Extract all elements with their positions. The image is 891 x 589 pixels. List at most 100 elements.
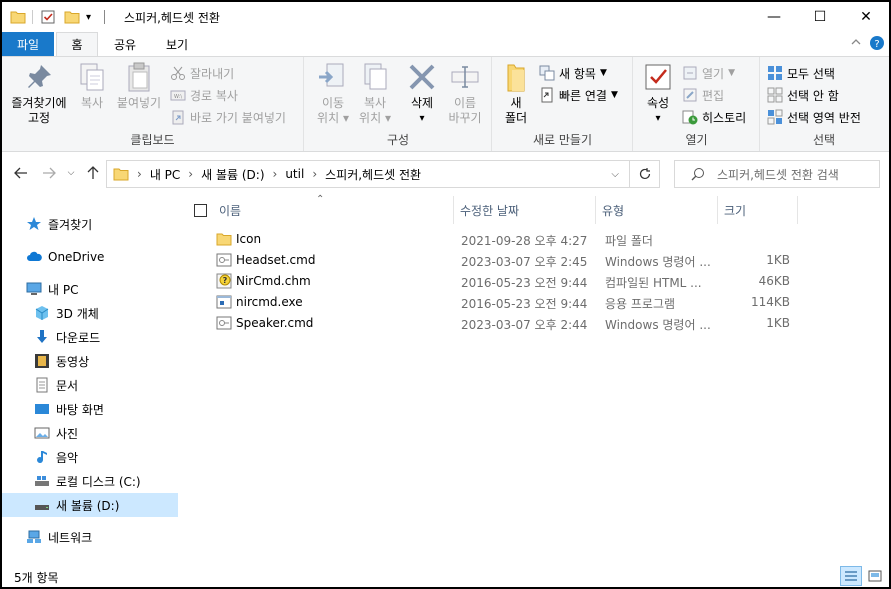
nav-label: 즐겨찾기 (48, 217, 93, 232)
nav-label: 3D 개체 (56, 306, 99, 321)
large-icons-view-button[interactable] (864, 566, 886, 586)
music-icon (37, 451, 47, 464)
nav-item-volume-d[interactable]: 새 볼륨 (D:) (2, 493, 178, 517)
tab-view[interactable]: 보기 (152, 32, 202, 56)
new-item-dropdown-icon: ▼ (599, 68, 607, 78)
recent-locations-button[interactable]: ⌵ (60, 162, 82, 184)
easy-access-icon (541, 87, 553, 103)
properties-quick-icon[interactable] (40, 8, 56, 26)
open-label: 열기 (702, 66, 725, 81)
new-item-button[interactable]: 새 항목 ▼ (539, 63, 607, 83)
file-size: 114KB (750, 295, 790, 309)
help-icon[interactable]: ? (869, 35, 885, 54)
maximize-button[interactable]: ☐ (797, 2, 843, 32)
select-all-button[interactable]: 모두 선택 (767, 63, 835, 83)
file-row-icon-folder[interactable]: Icon 2021-09-28 오후 4:27 파일 폴더 (188, 229, 888, 250)
address-bar[interactable]: › 내 PC › 새 볼륨 (D:) › util › 스피커,헤드셋 전환 ⌵ (106, 160, 630, 188)
address-dropdown-icon[interactable]: ⌵ (611, 169, 619, 180)
invert-selection-button[interactable]: 선택 영역 반전 (767, 107, 861, 127)
select-group-label: 선택 (812, 133, 836, 147)
cube-icon (35, 306, 49, 320)
copy-path-button[interactable]: W:\ 경로 복사 (170, 85, 238, 105)
column-header-type[interactable]: 유형 (596, 196, 718, 224)
nav-item-documents[interactable]: 문서 (2, 373, 178, 397)
forward-button[interactable] (38, 162, 60, 184)
select-group: 모두 선택 선택 안 함 선택 영역 반전 선택 (761, 57, 887, 151)
file-row-speaker-cmd[interactable]: Speaker.cmd 2023-03-07 오후 2:44 Windows 명… (188, 313, 888, 334)
copy-to-button[interactable]: 복사 위치 ▾ (355, 61, 395, 126)
column-header-name[interactable]: 이름 (188, 196, 454, 224)
search-box[interactable]: 스피커,헤드셋 전환 검색 (674, 160, 880, 188)
cut-button[interactable]: 잘라내기 (170, 63, 234, 83)
expand-ribbon-icon[interactable] (850, 36, 862, 51)
nav-item-3d-objects[interactable]: 3D 개체 (2, 301, 178, 325)
copy-label: 복사 (80, 96, 104, 110)
column-header-size[interactable]: 크기 (718, 196, 798, 224)
nav-item-network[interactable]: 네트워크 (2, 525, 178, 549)
easy-access-button[interactable]: 빠른 연결 ▼ (539, 85, 618, 105)
paste-button[interactable]: 붙여넣기 (114, 61, 164, 111)
open-dropdown-icon: ▼ (728, 68, 736, 78)
breadcrumb-my-pc[interactable]: 내 PC (150, 166, 180, 183)
breadcrumb-volume-d[interactable]: 새 볼륨 (D:) (201, 166, 264, 183)
file-type: Windows 명령어 ... (605, 255, 711, 269)
ribbon: 즐겨찾기에 고정 복사 붙여넣기 잘라내기 W:\ 경로 복사 바로 가기 붙여… (2, 56, 889, 152)
nav-item-downloads[interactable]: 다운로드 (2, 325, 178, 349)
nav-label: 네트워크 (48, 530, 93, 545)
new-folder-quick-icon[interactable] (64, 8, 80, 26)
nav-item-pictures[interactable]: 사진 (2, 421, 178, 445)
column-header-date[interactable]: 수정한 날짜 (454, 196, 596, 224)
file-list: ⌃ 이름 수정한 날짜 유형 크기 Icon 2021-09-28 오후 4:2… (188, 194, 888, 566)
tab-file[interactable]: 파일 (2, 32, 54, 56)
up-button[interactable] (82, 162, 104, 184)
refresh-icon (639, 168, 650, 180)
folder-icon (216, 233, 232, 246)
nav-item-onedrive[interactable]: OneDrive (2, 245, 178, 269)
address-folder-icon (113, 168, 129, 181)
nav-item-desktop[interactable]: 바탕 화면 (2, 397, 178, 421)
delete-dropdown-icon: ▾ (419, 113, 425, 124)
properties-button[interactable]: 속성 ▾ (640, 61, 676, 126)
customize-quick-access-icon[interactable]: ▾ (86, 8, 91, 26)
rename-button[interactable]: 이름 바꾸기 (445, 61, 485, 126)
new-folder-label-1: 새 (510, 96, 522, 110)
file-row-nircmd-chm[interactable]: ? NirCmd.chm 2016-05-23 오전 9:44 컴파일된 HTM… (188, 271, 888, 292)
new-folder-icon (507, 64, 525, 92)
nav-label: 동영상 (56, 354, 90, 369)
nav-item-quick-access[interactable]: 즐겨찾기 (2, 212, 178, 236)
file-row-headset-cmd[interactable]: Headset.cmd 2023-03-07 오후 2:45 Windows 명… (188, 250, 888, 271)
tab-share[interactable]: 공유 (102, 32, 148, 56)
details-view-button[interactable] (840, 566, 862, 586)
file-row-nircmd-exe[interactable]: nircmd.exe 2016-05-23 오전 9:44 응용 프로그램 11… (188, 292, 888, 313)
back-button[interactable] (10, 162, 32, 184)
nav-item-videos[interactable]: 동영상 (2, 349, 178, 373)
open-button[interactable]: 열기 ▼ (682, 63, 735, 83)
svg-text:W:\: W:\ (174, 94, 182, 100)
tab-home[interactable]: 홈 (56, 32, 98, 56)
close-button[interactable]: ✕ (843, 2, 889, 32)
paste-shortcut-button[interactable]: 바로 가기 붙여넣기 (170, 107, 286, 127)
copy-button[interactable]: 복사 (76, 61, 108, 111)
refresh-button[interactable] (630, 160, 660, 188)
edit-button[interactable]: 편집 (682, 85, 724, 105)
quick-access-folder-icon (10, 8, 26, 26)
delete-button[interactable]: 삭제 ▾ (405, 61, 439, 126)
nav-item-this-pc[interactable]: 내 PC (2, 277, 178, 301)
minimize-button[interactable]: — (751, 2, 797, 32)
nav-item-local-disk-c[interactable]: 로컬 디스크 (C:) (2, 469, 178, 493)
star-icon (27, 217, 41, 230)
new-folder-button[interactable]: 새 폴더 (499, 61, 533, 126)
select-none-button[interactable]: 선택 안 함 (767, 85, 839, 105)
select-all-checkbox[interactable] (194, 203, 207, 217)
history-button[interactable]: 히스토리 (682, 107, 746, 127)
pin-to-quick-access-button[interactable]: 즐겨찾기에 고정 (6, 61, 72, 126)
breadcrumb-current-folder[interactable]: 스피커,헤드셋 전환 (325, 166, 421, 183)
column-type-label: 유형 (602, 203, 625, 218)
pc-icon (26, 282, 42, 295)
open-group-label: 열기 (685, 133, 708, 147)
move-to-button[interactable]: 이동 위치 ▾ (313, 61, 353, 126)
breadcrumb-util[interactable]: util (285, 167, 304, 181)
file-date: 2023-03-07 오후 2:44 (461, 318, 588, 332)
nav-item-music[interactable]: 음악 (2, 445, 178, 469)
move-to-label-2: 위치 ▾ (317, 111, 349, 125)
